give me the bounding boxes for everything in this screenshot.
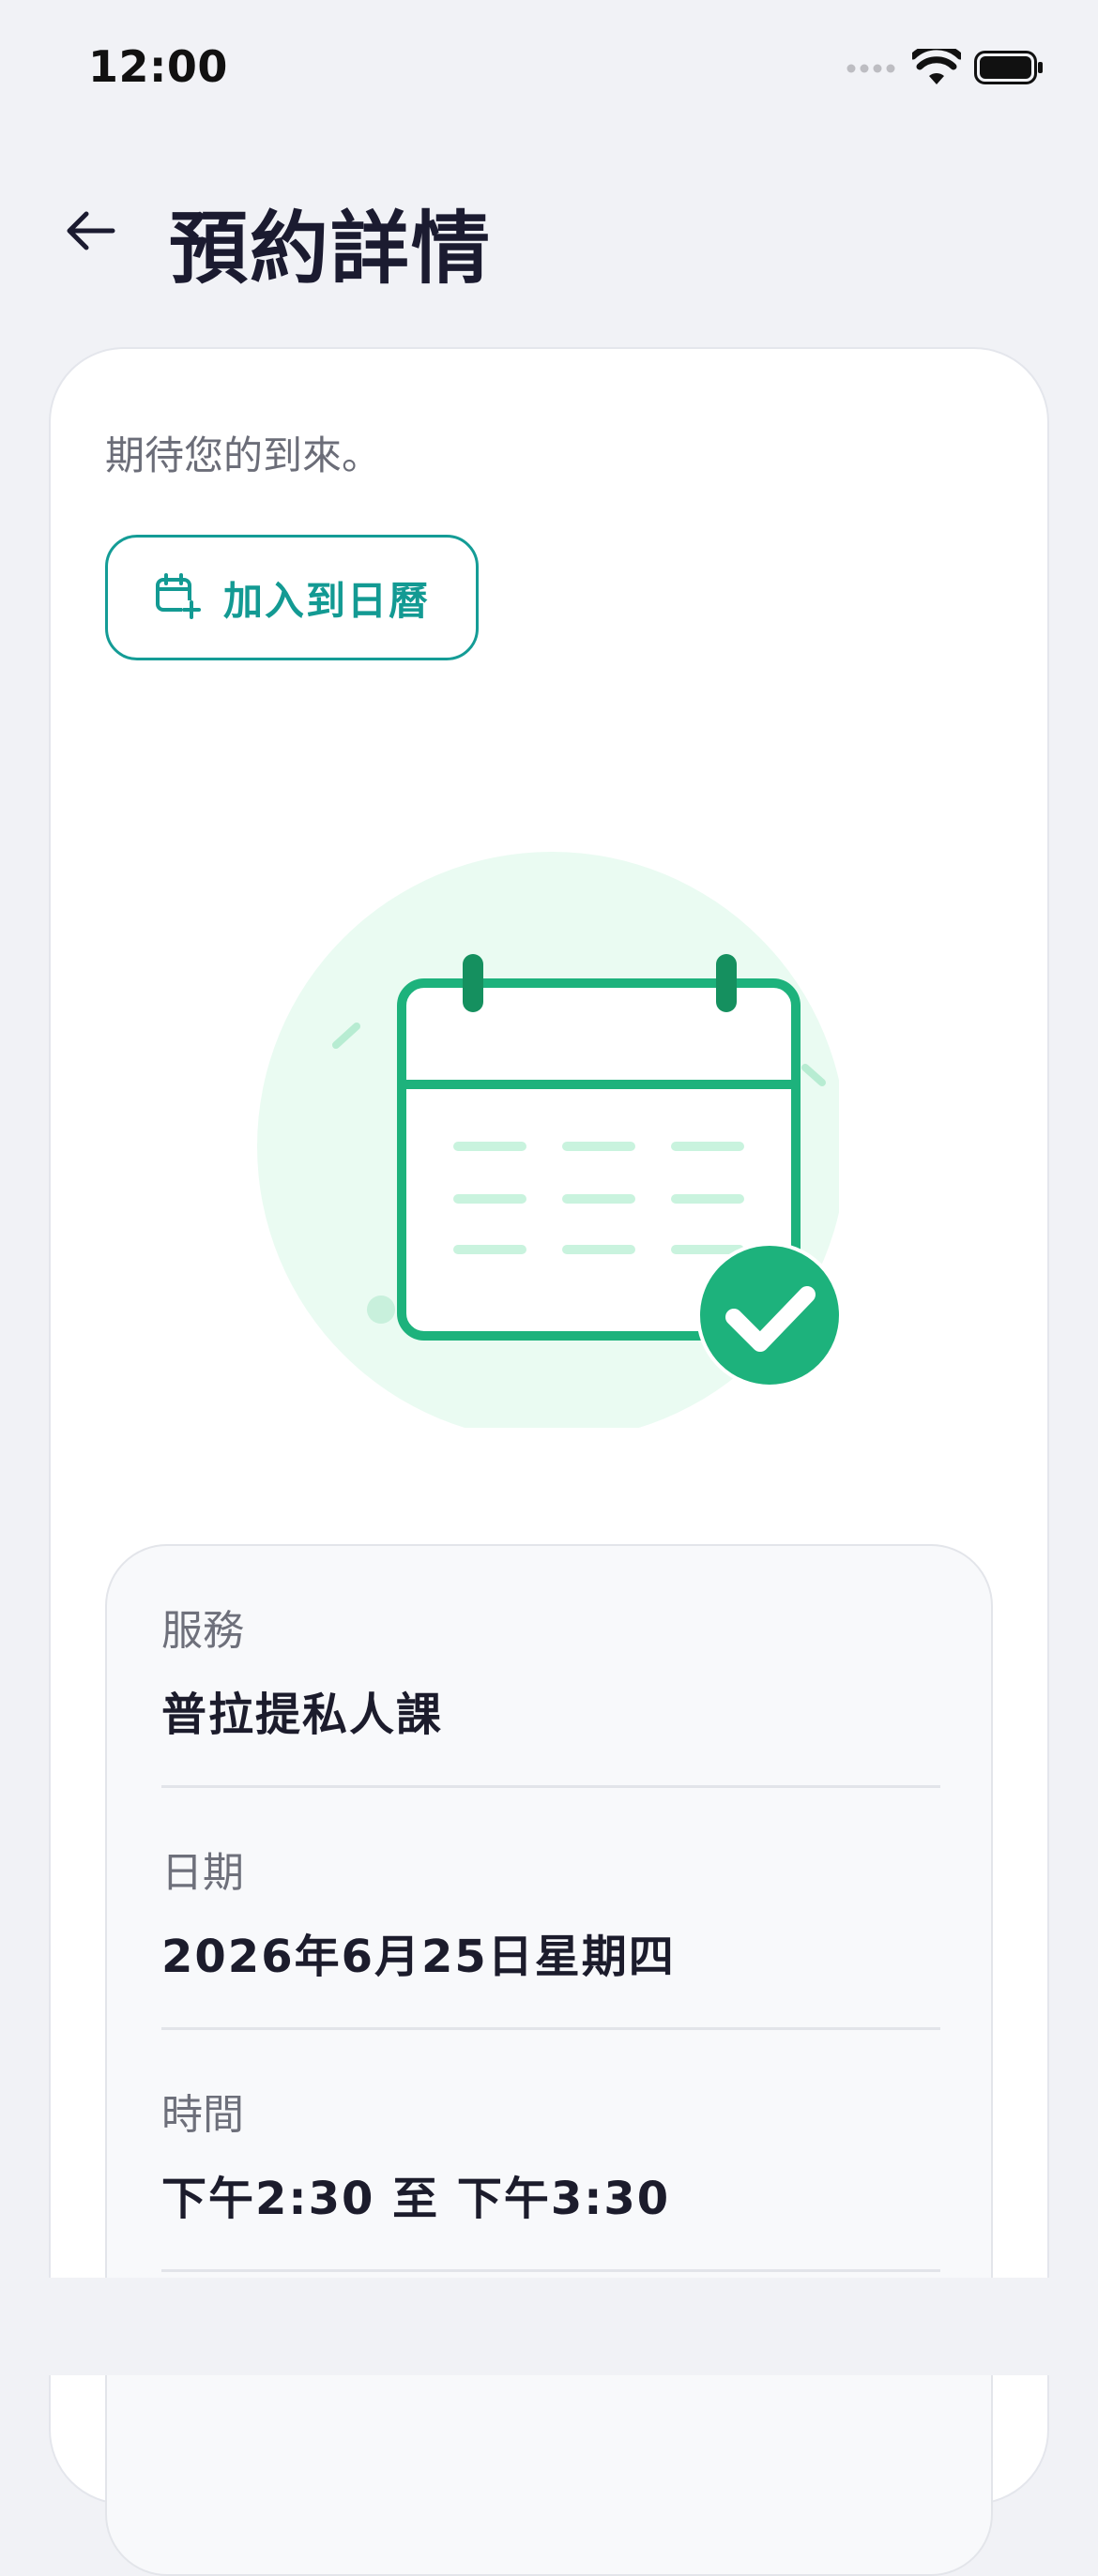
battery-icon — [974, 51, 1044, 88]
calendar-confirmed-illustration — [238, 790, 846, 1441]
detail-label: 服務 — [161, 1607, 244, 1655]
detail-row-date: 日期 2026年6月25日星期四 — [161, 1788, 940, 2030]
status-icons — [846, 43, 1044, 90]
detail-label: 日期 — [161, 1849, 244, 1897]
arrow-left-icon — [64, 208, 116, 257]
detail-value: 2026年6月25日星期四 — [161, 1931, 676, 1983]
status-time: 12:00 — [88, 41, 228, 92]
wifi-icon — [909, 43, 964, 90]
divider — [161, 2269, 940, 2272]
detail-label: 時間 — [161, 2091, 244, 2139]
detail-value: 普拉提私人課 — [161, 1689, 444, 1741]
detail-row-time: 時間 下午2:30 至 下午3:30 — [161, 2030, 940, 2272]
calendar-plus-icon — [154, 572, 201, 623]
detail-value: 下午2:30 至 下午3:30 — [161, 2173, 671, 2225]
detail-row-service: 服務 普拉提私人課 — [161, 1546, 940, 1788]
back-button[interactable] — [56, 199, 124, 266]
header: 預約詳情 — [0, 178, 1098, 295]
signal-dots-icon — [846, 61, 899, 79]
booking-details: 服務 普拉提私人課 日期 2026年6月25日星期四 時間 下午2:30 至 下… — [105, 1544, 993, 2576]
status-bar: 12:00 — [0, 0, 1098, 141]
bottom-safe-area — [0, 2278, 1098, 2375]
page-title: 預約詳情 — [169, 203, 493, 295]
card-subtitle: 期待您的到來。 — [105, 432, 382, 478]
add-to-calendar-button[interactable]: 加入到日曆 — [105, 535, 479, 660]
add-to-calendar-label: 加入到日曆 — [222, 577, 430, 624]
booking-card: 期待您的到來。 加入到日曆 服務 普拉提私人課 日期 2026年6月25日星期四… — [49, 347, 1049, 2576]
